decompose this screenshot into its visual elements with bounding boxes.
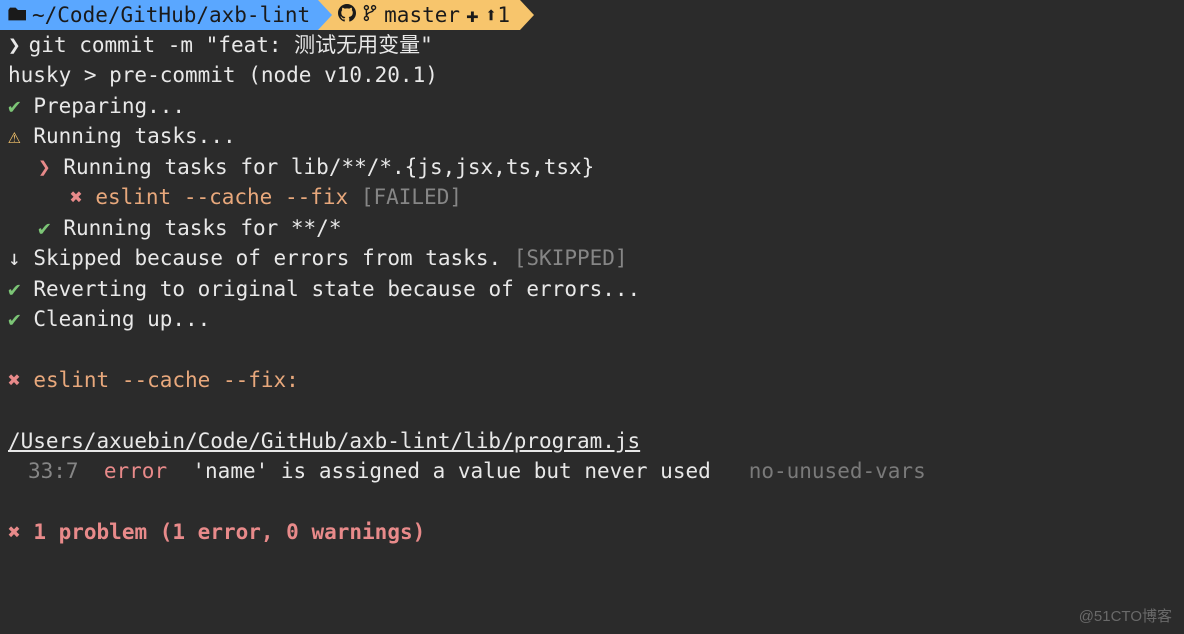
ahead-indicator: ⬆1	[485, 0, 510, 30]
step-preparing: ✔ Preparing...	[0, 91, 1184, 121]
error-header-text: eslint --cache --fix:	[33, 368, 299, 392]
step-text: Running tasks...	[33, 124, 235, 148]
error-summary: ✖ 1 problem (1 error, 0 warnings)	[0, 517, 1184, 547]
step-text: Reverting to original state because of e…	[33, 277, 640, 301]
prompt-path: ~/Code/GitHub/axb-lint	[32, 0, 318, 30]
github-icon	[338, 0, 356, 30]
step-text: Skipped because of errors from tasks.	[33, 246, 501, 270]
branch-name: master	[384, 0, 460, 30]
error-location: 33:7	[28, 459, 79, 483]
error-file-path: /Users/axuebin/Code/GitHub/axb-lint/lib/…	[8, 429, 640, 453]
x-icon: ✖	[8, 520, 21, 544]
step-text: Running tasks for lib/**/*.{js,jsx,ts,ts…	[63, 155, 594, 179]
step-running-all: ✔ Running tasks for **/*	[0, 213, 1184, 243]
folder-segment	[0, 0, 32, 30]
error-header: ✖ eslint --cache --fix:	[0, 365, 1184, 395]
ahead-count: 1	[497, 3, 510, 27]
step-skipped: ↓ Skipped because of errors from tasks. …	[0, 243, 1184, 273]
down-arrow-icon: ↓	[8, 246, 21, 270]
segment-arrow-icon	[318, 0, 332, 30]
error-severity: error	[104, 459, 167, 483]
blank-line	[0, 395, 1184, 425]
step-text: Cleaning up...	[33, 307, 210, 331]
step-reverting: ✔ Reverting to original state because of…	[0, 274, 1184, 304]
step-text: Running tasks for **/*	[63, 216, 341, 240]
step-running-tasks: ⚠ Running tasks...	[0, 121, 1184, 151]
check-icon: ✔	[38, 216, 51, 240]
watermark: @51CTO博客	[1079, 606, 1172, 628]
failed-tag: [FAILED]	[361, 185, 462, 209]
up-arrow-icon: ⬆	[485, 3, 498, 27]
error-rule: no-unused-vars	[749, 459, 926, 483]
eslint-cmd: eslint --cache --fix	[95, 185, 348, 209]
folder-icon	[8, 0, 28, 30]
blank-line	[0, 334, 1184, 364]
x-icon: ✖	[8, 368, 21, 392]
check-icon: ✔	[8, 94, 21, 118]
command-line[interactable]: ❯ git commit -m "feat: 测试无用变量"	[0, 30, 1184, 60]
x-icon: ✖	[70, 185, 83, 209]
check-icon: ✔	[8, 307, 21, 331]
segment-end-arrow-icon	[520, 0, 534, 30]
step-cleaning: ✔ Cleaning up...	[0, 304, 1184, 334]
step-running-glob: ❯ Running tasks for lib/**/*.{js,jsx,ts,…	[0, 152, 1184, 182]
blank-line	[0, 487, 1184, 517]
check-icon: ✔	[8, 277, 21, 301]
command-text: git commit -m "feat: 测试无用变量"	[29, 30, 433, 60]
husky-header: husky > pre-commit (node v10.20.1)	[0, 60, 1184, 90]
warn-icon: ⚠	[8, 124, 21, 148]
shell-prompt: ~/Code/GitHub/axb-lint master ✚ ⬆1	[0, 0, 1184, 30]
step-text: Preparing...	[33, 94, 185, 118]
error-file: /Users/axuebin/Code/GitHub/axb-lint/lib/…	[0, 426, 1184, 456]
git-segment: master ✚ ⬆1	[332, 0, 520, 30]
prompt-marker: ❯	[8, 30, 21, 60]
summary-text: 1 problem (1 error, 0 warnings)	[33, 520, 425, 544]
skipped-tag: [SKIPPED]	[514, 246, 628, 270]
branch-icon	[362, 0, 378, 30]
plus-icon: ✚	[466, 0, 479, 30]
chevron-icon: ❯	[38, 155, 51, 179]
error-message: 'name' is assigned a value but never use…	[192, 459, 710, 483]
error-detail: 33:7 error 'name' is assigned a value bu…	[0, 456, 1184, 486]
step-eslint-failed: ✖ eslint --cache --fix [FAILED]	[0, 182, 1184, 212]
